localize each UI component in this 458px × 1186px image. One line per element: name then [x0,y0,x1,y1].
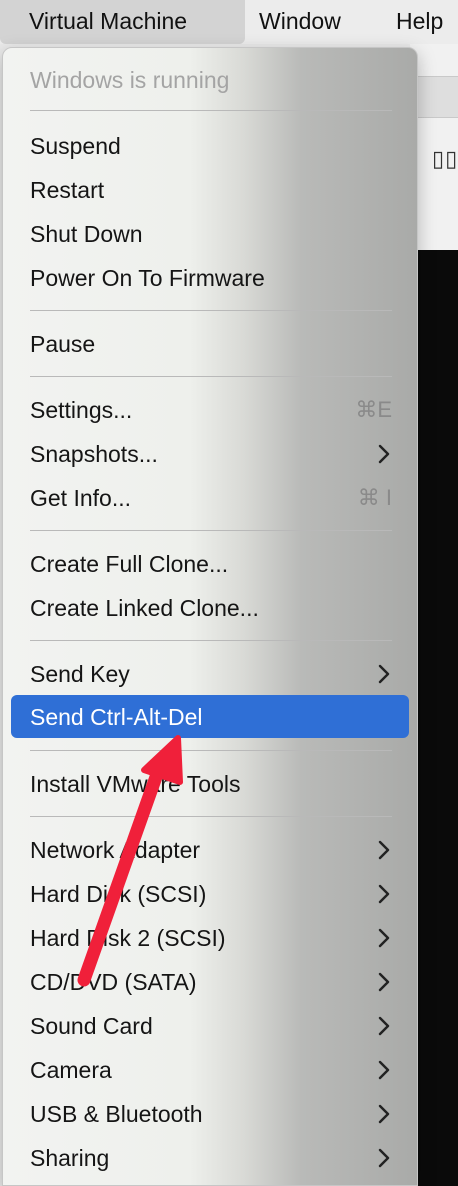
chevron-right-icon [378,840,390,860]
menu-separator [30,750,392,751]
menubar-help[interactable]: Help [396,0,443,44]
menu-item-status: Windows is running [30,67,230,93]
menu-item-restart[interactable]: Restart [30,170,392,210]
chevron-right-icon [378,1104,390,1124]
menu-item-label: Send Key [30,661,130,687]
menu-item-cd-dvd[interactable]: CD/DVD (SATA) [30,962,392,1002]
chevron-right-icon [378,928,390,948]
get-info-shortcut: ⌘ I [357,485,392,510]
menu-item-label: Hard Disk (SCSI) [30,881,207,907]
menu-item-label: USB & Bluetooth [30,1101,203,1127]
menu-separator [30,816,392,817]
pause-icon[interactable]: ▯▯ [432,146,458,172]
menu-separator [30,310,392,311]
chevron-right-icon [378,972,390,992]
menu-item-shut-down[interactable]: Shut Down [30,214,392,254]
menu-separator [30,640,392,641]
menu-item-pause[interactable]: Pause [30,324,392,364]
menu-item-hard-disk[interactable]: Hard Disk (SCSI) [30,874,392,914]
menubar-virtual-machine[interactable]: Virtual Machine [0,0,245,44]
menu-bar: Virtual Machine Window Help [0,0,458,44]
menu-separator [30,110,392,111]
menu-item-usb-bluetooth[interactable]: USB & Bluetooth [30,1094,392,1134]
menu-item-label: Sound Card [30,1013,153,1039]
menu-item-label: Hard Disk 2 (SCSI) [30,925,226,951]
menu-item-sharing[interactable]: Sharing [30,1138,392,1178]
settings-shortcut: ⌘E [355,397,392,422]
menu-item-suspend[interactable]: Suspend [30,126,392,166]
menu-item-settings[interactable]: Settings... ⌘E [30,390,392,430]
menubar-window[interactable]: Window [259,0,341,44]
menu-separator [30,376,392,377]
menu-item-create-linked-clone[interactable]: Create Linked Clone... [30,588,392,628]
menu-item-hard-disk-2[interactable]: Hard Disk 2 (SCSI) [30,918,392,958]
menu-item-sound-card[interactable]: Sound Card [30,1006,392,1046]
menu-item-send-ctrl-alt-del[interactable]: Send Ctrl-Alt-Del [30,697,392,737]
menu-item-label: Camera [30,1057,112,1083]
chevron-right-icon [378,664,390,684]
chevron-right-icon [378,1060,390,1080]
menu-item-install-vmware-tools[interactable]: Install VMware Tools [30,764,392,804]
menu-item-create-full-clone[interactable]: Create Full Clone... [30,544,392,584]
chevron-right-icon [378,1148,390,1168]
menu-item-label: Settings... [30,397,133,423]
menu-item-label: Network Adapter [30,837,201,863]
chevron-right-icon [378,884,390,904]
menu-item-label: Snapshots... [30,441,158,467]
menu-item-power-on-firmware[interactable]: Power On To Firmware [30,258,392,298]
menu-item-network-adapter[interactable]: Network Adapter [30,830,392,870]
menu-item-get-info[interactable]: Get Info... ⌘ I [30,478,392,518]
menu-item-label: Get Info... [30,485,131,511]
virtual-machine-menu: Windows is running Suspend Restart Shut … [2,47,418,1186]
menu-item-label: CD/DVD (SATA) [30,969,197,995]
chevron-right-icon [378,444,390,464]
chevron-right-icon [378,1016,390,1036]
menu-item-camera[interactable]: Camera [30,1050,392,1090]
menu-item-label: Sharing [30,1145,110,1171]
menu-separator [30,530,392,531]
menu-item-send-key[interactable]: Send Key [30,654,392,694]
menu-item-snapshots[interactable]: Snapshots... [30,434,392,474]
